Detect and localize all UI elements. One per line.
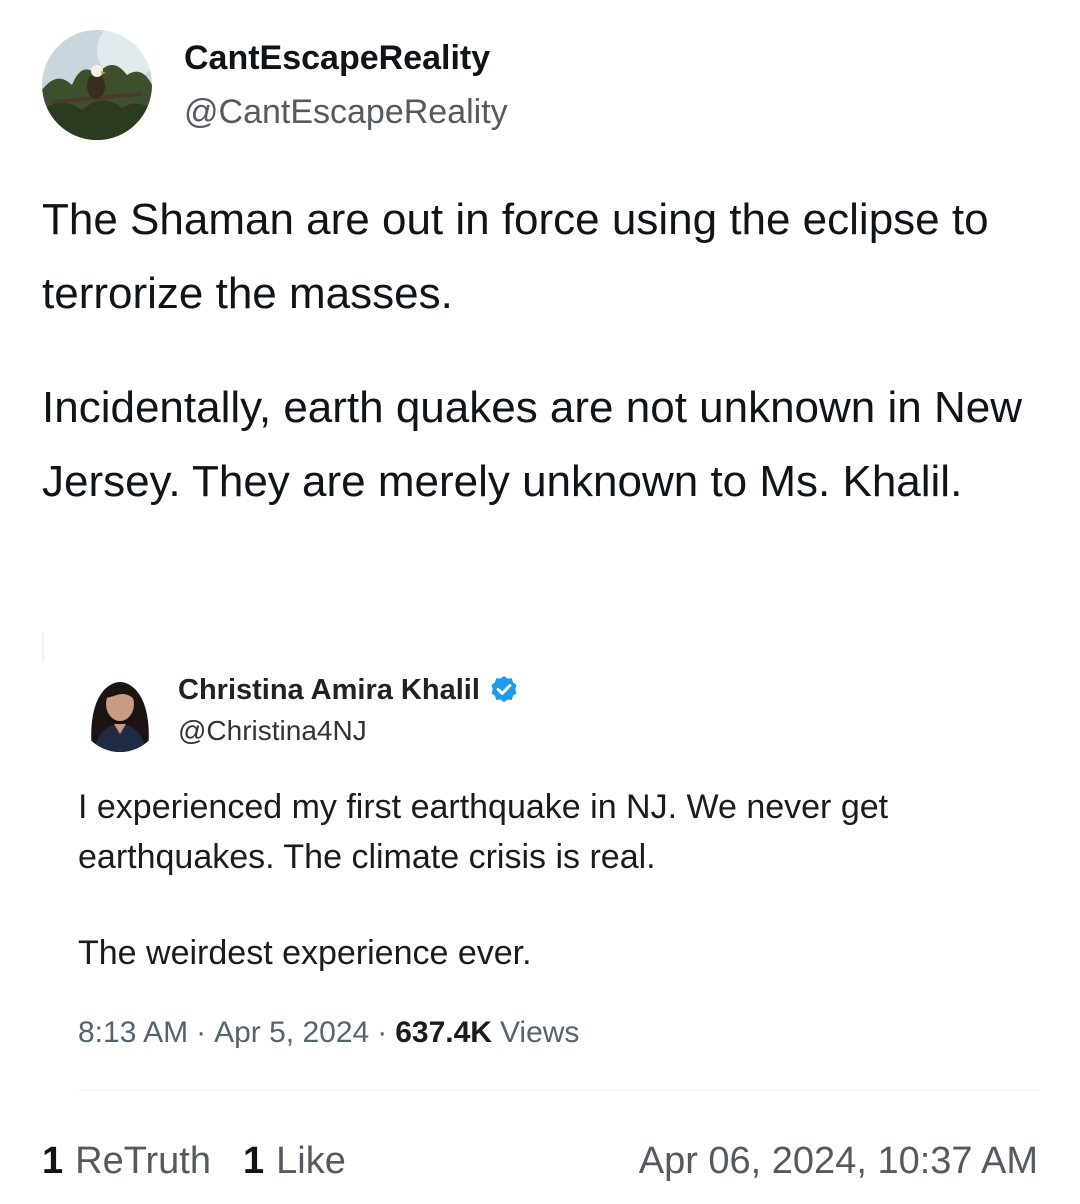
quoted-post-header: Christina Amira Khalil @Christina4NJ xyxy=(78,668,520,752)
quoted-paragraph: The weirdest experience ever. xyxy=(78,934,532,972)
quoted-time[interactable]: 8:13 AM xyxy=(78,1016,188,1050)
quoted-post[interactable]: Christina Amira Khalil @Christina4NJ I e… xyxy=(42,632,1038,1092)
quoted-author-handle[interactable]: @Christina4NJ xyxy=(178,712,520,750)
like-stat[interactable]: 1 Like xyxy=(243,1138,346,1184)
quoted-post-meta: 8:13 AM · Apr 5, 2024 · 637.4K Views xyxy=(78,1016,579,1050)
eagle-avatar-icon xyxy=(42,30,152,140)
quote-edge xyxy=(42,632,44,662)
post-paragraph: Incidentally, earth quakes are not unkno… xyxy=(42,383,1022,506)
like-label: Like xyxy=(276,1140,346,1182)
quoted-author-avatar[interactable] xyxy=(78,668,162,752)
post-paragraph: The Shaman are out in force using the ec… xyxy=(42,195,989,318)
quoted-post-text: I experienced my first earthquake in NJ.… xyxy=(78,782,998,978)
post-header: CantEscapeReality @CantEscapeReality xyxy=(42,30,508,140)
like-count: 1 xyxy=(243,1140,265,1182)
post-timestamp[interactable]: Apr 06, 2024, 10:37 AM xyxy=(639,1138,1038,1184)
person-avatar-icon xyxy=(78,668,162,752)
meta-separator: · xyxy=(196,1016,207,1049)
views-count: 637.4K xyxy=(395,1016,492,1049)
retruth-stat[interactable]: 1 ReTruth xyxy=(42,1138,211,1184)
post-text: The Shaman are out in force using the ec… xyxy=(42,183,1052,519)
meta-separator: · xyxy=(377,1016,388,1049)
post-footer: 1 ReTruth 1 Like Apr 06, 2024, 10:37 AM xyxy=(42,1138,1038,1184)
verified-badge-icon xyxy=(488,674,520,706)
quoted-author-display-name[interactable]: Christina Amira Khalil xyxy=(178,670,480,710)
retruth-count: 1 xyxy=(42,1140,64,1182)
author-handle[interactable]: @CantEscapeReality xyxy=(184,90,508,134)
retruth-label: ReTruth xyxy=(75,1140,211,1182)
quoted-date[interactable]: Apr 5, 2024 xyxy=(214,1016,369,1050)
quoted-divider xyxy=(78,1090,1038,1091)
views-label: Views xyxy=(499,1016,580,1049)
author-display-name[interactable]: CantEscapeReality xyxy=(184,36,508,80)
quoted-paragraph: I experienced my first earthquake in NJ.… xyxy=(78,788,889,876)
author-avatar[interactable] xyxy=(42,30,152,140)
